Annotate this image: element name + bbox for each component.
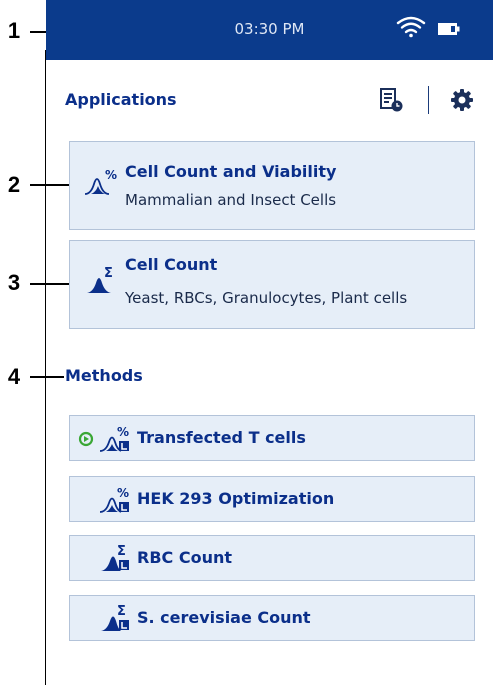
method-label: S. cerevisiae Count xyxy=(137,608,311,627)
app-subtitle: Yeast, RBCs, Granulocytes, Plant cells xyxy=(125,289,408,307)
method-label: Transfected T cells xyxy=(137,428,306,447)
viability-method-icon: % xyxy=(99,425,129,452)
count-method-icon: Σ xyxy=(101,604,129,631)
callout-1: 1 xyxy=(7,18,21,43)
result-history-icon[interactable] xyxy=(378,87,404,113)
viability-percent-icon: % xyxy=(84,168,117,195)
method-item-transfected-t-cells[interactable]: % Transfected T cells xyxy=(69,415,475,461)
app-title: Cell Count and Viability xyxy=(125,162,337,181)
method-item-hek-293[interactable]: % HEK 293 Optimization xyxy=(69,476,475,522)
svg-text:Σ: Σ xyxy=(117,544,126,559)
wifi-icon xyxy=(396,16,426,38)
method-label: HEK 293 Optimization xyxy=(137,489,335,508)
app-title: Cell Count xyxy=(125,255,218,274)
battery-icon xyxy=(438,23,460,35)
svg-text:%: % xyxy=(117,486,129,500)
status-bar: 03:30 PM xyxy=(46,0,493,60)
app-subtitle: Mammalian and Insect Cells xyxy=(125,191,337,209)
app-card-cell-count[interactable]: Σ Cell Count Yeast, RBCs, Granulocytes, … xyxy=(69,240,475,329)
callout-4-line xyxy=(30,376,64,378)
svg-text:Σ: Σ xyxy=(104,266,113,281)
method-item-rbc-count[interactable]: Σ RBC Count xyxy=(69,535,475,581)
svg-text:%: % xyxy=(117,425,129,439)
header-divider xyxy=(428,86,429,114)
active-method-indicator-icon xyxy=(78,431,94,447)
callout-4: 4 xyxy=(7,364,21,389)
svg-text:%: % xyxy=(105,168,117,182)
cell-count-sigma-icon: Σ xyxy=(87,266,113,293)
method-item-s-cerevisiae-count[interactable]: Σ S. cerevisiae Count xyxy=(69,595,475,641)
callout-2: 2 xyxy=(7,172,21,197)
svg-text:Σ: Σ xyxy=(117,604,126,619)
applications-heading: Applications xyxy=(65,90,177,109)
gear-icon[interactable] xyxy=(450,88,474,112)
callout-3: 3 xyxy=(7,270,21,295)
count-method-icon: Σ xyxy=(101,544,129,571)
app-card-cell-count-viability[interactable]: % Cell Count and Viability Mammalian and… xyxy=(69,141,475,230)
callout-frame-line xyxy=(45,50,46,685)
method-label: RBC Count xyxy=(137,548,232,567)
viability-method-icon: % xyxy=(99,486,129,513)
methods-heading: Methods xyxy=(65,366,143,385)
